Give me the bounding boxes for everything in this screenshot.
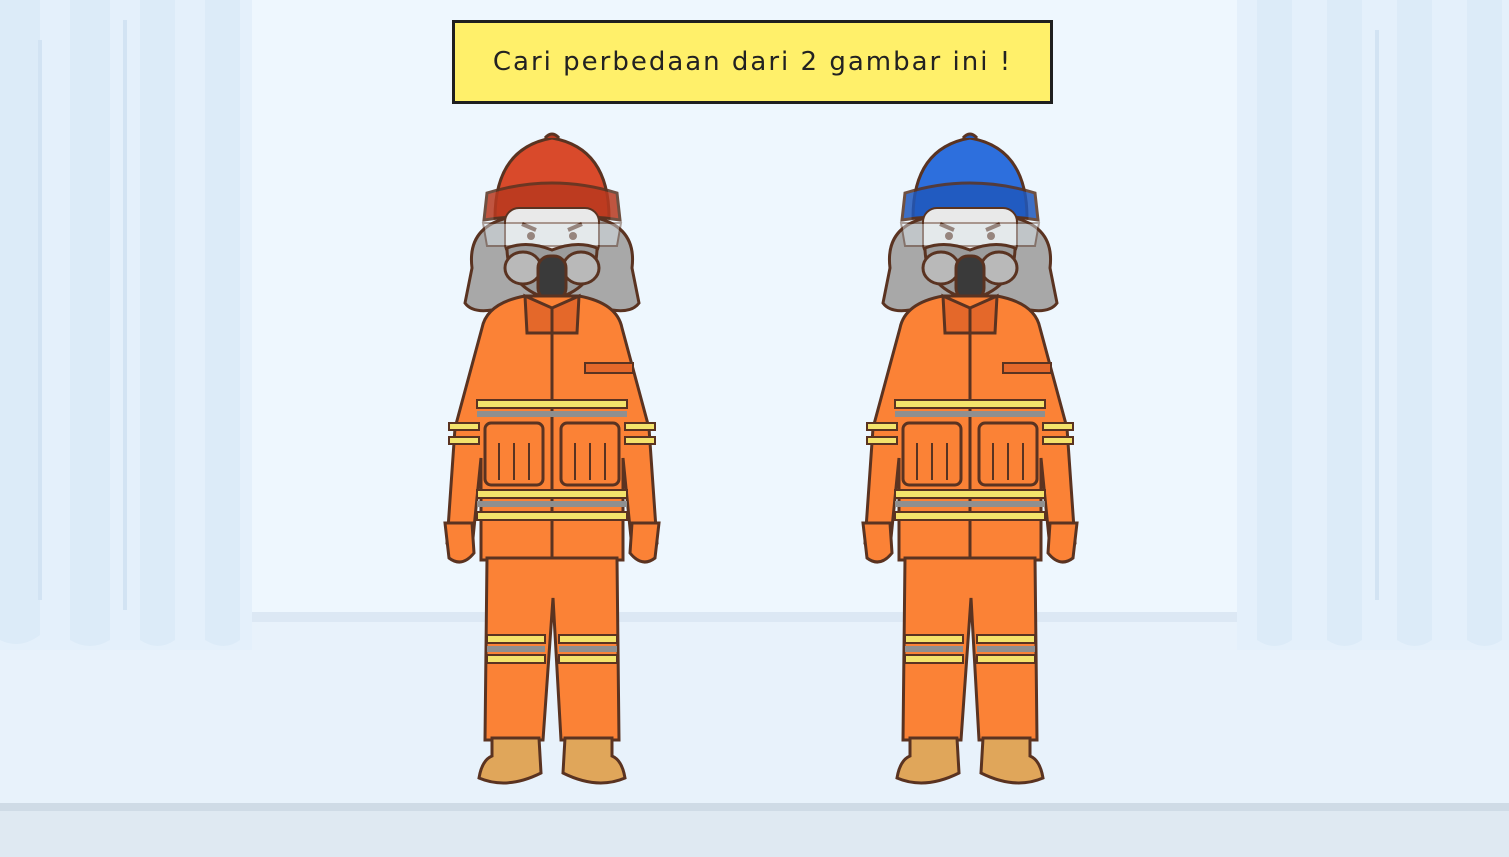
boots <box>477 736 627 785</box>
instruction-text: Cari perbedaan dari 2 gambar ini ! <box>492 47 1013 77</box>
jacket <box>445 293 659 562</box>
instruction-banner: Cari perbedaan dari 2 gambar ini ! <box>452 20 1053 104</box>
pants <box>901 556 1039 742</box>
firefighter-right[interactable] <box>845 128 1095 793</box>
boots <box>895 736 1045 785</box>
pants <box>483 556 621 742</box>
jacket <box>863 293 1077 562</box>
game-scene: Cari perbedaan dari 2 gambar ini ! <box>0 0 1509 857</box>
left-curtain <box>0 0 252 650</box>
right-curtain <box>1237 0 1509 650</box>
firefighter-left[interactable] <box>427 128 677 793</box>
